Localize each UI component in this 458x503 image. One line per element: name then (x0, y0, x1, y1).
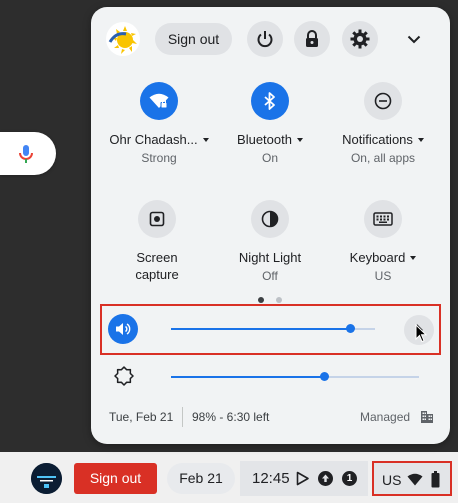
screen-capture-label: Screen capture (135, 250, 179, 282)
clock: 12:45 (252, 470, 290, 487)
battery-icon (431, 471, 440, 488)
night-light-toggle[interactable] (251, 200, 289, 238)
screen-capture-button[interactable] (138, 200, 176, 238)
night-light-label: Night Light (238, 250, 302, 265)
settings-button[interactable] (342, 21, 378, 57)
wifi-icon (407, 473, 423, 486)
notifications-status: On, all apps (350, 151, 416, 165)
bluetooth-status: On (261, 151, 278, 165)
notification-count-badge: 1 (342, 471, 357, 486)
play-cast-icon (296, 471, 309, 486)
brightness-icon (114, 366, 134, 386)
tile-notifications[interactable]: Notifications On, all apps (333, 82, 433, 165)
volume-slider[interactable] (171, 324, 375, 333)
chevron-down-icon (407, 35, 421, 43)
system-tray-highlight[interactable]: US (372, 461, 452, 496)
page-indicator[interactable] (276, 297, 282, 303)
brightness-slider-thumb[interactable] (320, 372, 330, 381)
sign-out-button[interactable]: Sign out (155, 23, 232, 55)
battery-status: 98% - 6:30 left (192, 410, 270, 424)
tile-wifi[interactable]: Ohr Chadash... Strong (109, 82, 209, 165)
quick-settings-panel: Sign out Ohr Chadash... Strong Bluetooth… (91, 7, 450, 444)
bluetooth-label[interactable]: Bluetooth (229, 132, 311, 147)
wifi-label[interactable]: Ohr Chadash... (109, 132, 209, 147)
notifications-label[interactable]: Notifications (333, 132, 433, 147)
tile-screen-capture[interactable]: Screen capture (117, 200, 197, 283)
dropdown-caret-icon (296, 137, 303, 142)
enterprise-building-icon (421, 411, 433, 423)
volume-slider-thumb[interactable] (346, 324, 356, 333)
power-icon (257, 31, 273, 48)
keyboard-button[interactable] (364, 200, 402, 238)
wifi-toggle[interactable] (140, 82, 178, 120)
notifications-toggle[interactable] (364, 82, 402, 120)
brightness-button (113, 365, 135, 387)
dropdown-caret-icon (417, 137, 424, 142)
wifi-status: Strong (141, 151, 177, 165)
power-button[interactable] (247, 21, 283, 57)
ime-indicator: US (382, 472, 402, 488)
shelf-app-icon[interactable] (31, 463, 62, 494)
dropdown-caret-icon (410, 255, 417, 260)
lock-button[interactable] (294, 21, 330, 57)
mute-button[interactable] (108, 314, 138, 344)
screen-capture-icon (149, 211, 165, 227)
night-light-icon (261, 210, 279, 228)
bluetooth-icon (264, 92, 275, 110)
bluetooth-toggle[interactable] (251, 82, 289, 120)
volume-icon (116, 323, 131, 335)
collapse-button[interactable] (402, 27, 426, 51)
app-logo-icon (31, 463, 62, 494)
tile-bluetooth[interactable]: Bluetooth On (229, 82, 311, 165)
gear-icon (350, 29, 370, 49)
status-area[interactable]: 12:45 1 (240, 461, 368, 496)
managed-label[interactable]: Managed (360, 410, 410, 424)
brightness-slider[interactable] (171, 372, 419, 381)
mouse-cursor-icon (415, 324, 427, 343)
keyboard-icon (373, 212, 393, 226)
keyboard-label[interactable]: Keyboard (333, 250, 433, 265)
page-indicator-active[interactable] (258, 297, 264, 303)
notifications-icon (374, 92, 392, 110)
assistant-mic-button[interactable] (0, 132, 56, 175)
user-avatar[interactable] (106, 22, 140, 56)
keyboard-status: US (374, 269, 392, 283)
lock-icon (306, 30, 318, 47)
tile-night-light[interactable]: Night Light Off (229, 200, 311, 283)
mic-icon (19, 145, 33, 163)
shelf-date[interactable]: Feb 21 (167, 463, 235, 494)
night-light-status: Off (262, 269, 278, 283)
dropdown-caret-icon (202, 137, 209, 142)
upload-icon (318, 471, 333, 486)
wifi-lock-icon (149, 93, 169, 108)
footer-divider (182, 407, 183, 427)
footer-date[interactable]: Tue, Feb 21 (109, 410, 173, 424)
shelf-sign-out-button[interactable]: Sign out (74, 463, 157, 494)
tile-keyboard[interactable]: Keyboard US (333, 200, 433, 283)
